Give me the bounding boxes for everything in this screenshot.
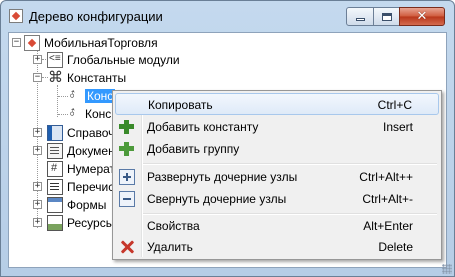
menu-separator xyxy=(143,163,437,165)
menu-item-label: Свойства xyxy=(147,219,200,233)
tree-node-label: Конс xyxy=(85,106,112,121)
tree-node-catalogs[interactable]: Справоч xyxy=(47,124,114,141)
menu-item-shortcut: Delete xyxy=(378,240,413,254)
module-icon xyxy=(47,51,63,68)
constant-item-icon xyxy=(65,106,81,122)
tree-node-label: Докумен xyxy=(67,143,115,158)
menu-item-expand-children[interactable]: Развернуть дочерние узлы Ctrl+Alt++ xyxy=(115,166,439,188)
tree-node-numerators[interactable]: Нумерат xyxy=(47,160,115,177)
tree-node-label: Перечис xyxy=(67,179,115,194)
menu-item-label: Развернуть дочерние узлы xyxy=(147,170,298,184)
tree-node-forms[interactable]: Формы xyxy=(47,196,106,213)
window-title: Дерево конфигурации xyxy=(29,9,163,24)
menu-item-add-constant[interactable]: Добавить константу Insert xyxy=(115,116,439,138)
tree-node-label: МобильнаяТорговля xyxy=(44,35,158,50)
expand-toggle-enums[interactable]: + xyxy=(33,182,42,191)
config-tree-icon xyxy=(9,9,23,23)
menu-item-add-group[interactable]: Добавить группу xyxy=(115,138,439,160)
menu-item-copy[interactable]: Копировать Ctrl+C xyxy=(115,93,439,115)
maximize-icon xyxy=(381,12,392,21)
resize-grip[interactable] xyxy=(442,264,452,274)
collapse-children-icon xyxy=(119,191,135,207)
document-icon xyxy=(47,142,63,159)
tree-node-label: Константы xyxy=(67,70,127,85)
catalog-icon xyxy=(47,124,63,141)
menu-item-label: Свернуть дочерние узлы xyxy=(147,192,287,206)
form-icon xyxy=(47,196,63,213)
menu-item-shortcut: Ctrl+Alt+- xyxy=(362,192,413,206)
menu-item-collapse-children[interactable]: Свернуть дочерние узлы Ctrl+Alt+- xyxy=(115,188,439,210)
maximize-button[interactable] xyxy=(373,7,400,26)
menu-item-shortcut: Alt+Enter xyxy=(363,219,413,233)
add-group-icon xyxy=(119,141,135,157)
tree-node-label: Формы xyxy=(67,197,107,212)
menu-item-label: Добавить группу xyxy=(147,142,240,156)
expand-toggle-root[interactable]: − xyxy=(12,38,21,47)
tree-node-constants[interactable]: Константы xyxy=(47,68,127,86)
menu-item-properties[interactable]: Свойства Alt+Enter xyxy=(115,215,439,237)
tree-node-root[interactable]: МобильнаяТорговля xyxy=(24,34,158,51)
expand-toggle-resources[interactable]: + xyxy=(33,218,42,227)
minimize-icon xyxy=(355,18,365,21)
enum-icon xyxy=(47,178,63,195)
tree-node-global-modules[interactable]: Глобальные модули xyxy=(47,51,180,68)
tree-node-enums[interactable]: Перечис xyxy=(47,178,114,195)
resources-icon xyxy=(47,214,63,231)
tree-connector xyxy=(57,85,58,117)
tree-node-label: Справоч xyxy=(67,125,115,140)
expand-children-icon xyxy=(119,169,135,185)
constant-item-icon xyxy=(65,88,81,104)
add-constant-icon xyxy=(119,119,135,135)
expand-toggle-forms[interactable]: + xyxy=(33,200,42,209)
expand-toggle-constants[interactable]: − xyxy=(33,73,42,82)
close-icon: ✕ xyxy=(416,9,428,24)
menu-item-shortcut: Ctrl+Alt++ xyxy=(359,170,413,184)
expand-toggle-documents[interactable]: + xyxy=(33,146,42,155)
menu-item-label: Удалить xyxy=(147,240,193,254)
tree-node-resources[interactable]: Ресурсы xyxy=(47,214,114,231)
menu-item-shortcut: Ctrl+C xyxy=(377,98,412,112)
minimize-button[interactable] xyxy=(346,7,374,26)
menu-item-delete[interactable]: Удалить Delete xyxy=(115,236,439,258)
close-button[interactable]: ✕ xyxy=(399,7,445,26)
tree-node-label: Нумерат xyxy=(67,161,116,176)
tree-node-constant-2[interactable]: Конс xyxy=(65,105,111,122)
title-bar[interactable]: Дерево конфигурации ✕ xyxy=(1,1,454,31)
numerator-icon xyxy=(47,160,63,177)
delete-icon xyxy=(119,239,135,255)
tree-node-label: Глобальные модули xyxy=(67,52,180,67)
expand-toggle-catalogs[interactable]: + xyxy=(33,128,42,137)
tree-node-label: Ресурсы xyxy=(67,215,115,230)
menu-item-label: Копировать xyxy=(148,98,213,112)
tree-node-documents[interactable]: Докумен xyxy=(47,142,115,159)
config-root-icon xyxy=(24,34,40,51)
context-menu: Копировать Ctrl+C Добавить константу Ins… xyxy=(112,90,442,260)
menu-item-shortcut: Insert xyxy=(382,120,413,134)
expand-toggle-global-modules[interactable]: + xyxy=(33,55,42,64)
tree-node-label: Конс xyxy=(85,88,116,103)
constants-icon xyxy=(47,68,63,86)
menu-item-label: Добавить константу xyxy=(147,120,259,134)
